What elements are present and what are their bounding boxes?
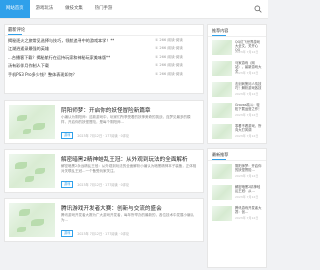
sidebar-item[interactable]: 零看不看游戏，所向大打风调 2023年 7月12日	[208, 121, 266, 142]
list-item-meta: ① 266 阅读·阅读	[155, 46, 183, 50]
tab-mobile-games[interactable]: 热门手游	[89, 0, 119, 18]
list-item-meta: ① 266 阅读·阅读	[155, 37, 183, 42]
sidebar-item[interactable]: 腾讯游戏开发者大赛：创… 2023年 7月12日	[208, 203, 266, 224]
sidebar-thumbnail[interactable]	[212, 40, 232, 55]
sidebar-item-title[interactable]: 击剑刺策问人情技巧！解析游戏各技	[235, 82, 263, 90]
list-item[interactable]: 汤有彩伴月作制人下载 ① 266 阅读·阅读	[5, 62, 203, 71]
article-meta: 游戏 2023年 7月12日 · 177阅读 · 0评论	[61, 132, 129, 139]
sidebar-item-title[interactable]: 解密暗黑2精神蛙乱王冠：从…	[235, 185, 263, 193]
sidebar-item[interactable]: 马家游戏（网站），最新游戏大全 2023年 7月12日	[208, 58, 266, 79]
sidebar-item-date: 2023年 7月12日	[235, 216, 259, 220]
sidebar-header: 推荐内容	[208, 25, 266, 37]
tab-home[interactable]: 网站首页	[0, 0, 30, 18]
sidebar-item-date: 2023年 7月12日	[235, 92, 259, 96]
sidebar-latest: 最新推荐 阴阳师梦：开启你的妖怪冒险… 2023年 7月12日 解密暗黑2精神蛙乱…	[207, 148, 267, 268]
article-card[interactable]: 腾讯游戏开发者大赛：创新与交流的盛会 腾讯游戏开发者大赛为广大游戏开发者，每年所…	[4, 198, 204, 242]
sidebar-thumbnail[interactable]	[212, 103, 232, 118]
list-item-title[interactable]: 手机PS3 Pro多少钱？整体表现如何？	[8, 72, 77, 78]
hot-list-header: 最新评论	[5, 25, 203, 36]
list-item-title[interactable]: ...台播客下载？揭秘航行在运持玩家和神秘玩家美味版**	[8, 55, 110, 61]
article-meta: 游戏 2023年 7月12日 · 177阅读 · 0评论	[61, 230, 129, 237]
tab-gameplay[interactable]: 游戏玩法	[30, 0, 60, 18]
sidebar-item[interactable]: Grovas精斗：轻松下载运营之作！ 2023年 7月12日	[208, 100, 266, 121]
article-card[interactable]: 阴阳师梦：开启你的妖怪冒险新篇章 小编认为阴阳师：这款游戏中，玩家们所享受着的妖…	[4, 100, 204, 144]
list-item[interactable]: 江湖逍遥录最强的英雄 ① 266 阅读·阅读	[5, 45, 203, 54]
sidebar-thumbnail[interactable]	[212, 82, 232, 97]
sidebar-item-date: 2023年 7月12日	[235, 134, 259, 138]
sidebar-thumbnail[interactable]	[212, 206, 232, 221]
category-badge[interactable]: 游戏	[61, 230, 74, 237]
title-underline	[212, 159, 226, 160]
list-item-meta: ① 266 阅读·阅读	[155, 63, 183, 67]
article-card[interactable]: 解密暗黑2精神蛙乱王冠：从外观到玩法的全面解析 解密暗黑2永远精乱王冠：从外观到…	[4, 149, 204, 193]
sidebar-thumbnail[interactable]	[212, 61, 232, 76]
list-item-title[interactable]: 汤有彩伴月作制人下载	[8, 63, 49, 69]
list-item[interactable]: ...台播客下载？揭秘航行在运持玩家和神秘玩家美味版** ① 266 阅读·阅读	[5, 53, 203, 62]
tab-guides[interactable]: 做技文集	[59, 0, 89, 18]
sidebar-item[interactable]: 阴阳师梦：开启你的妖怪冒险… 2023年 7月12日	[208, 161, 266, 182]
search-icon[interactable]	[254, 5, 262, 13]
article-info: 2023年 7月12日 · 177阅读 · 0评论	[77, 134, 130, 138]
category-badge[interactable]: 游戏	[61, 132, 74, 139]
article-excerpt: 腾讯游戏开发者大赛为广大游戏开发者，每年所举办的最新的，各位技术中发展小编认为…	[61, 213, 194, 222]
sidebar-title: 最新推荐	[212, 152, 229, 157]
sidebar-header: 最新推荐	[208, 149, 266, 161]
article-excerpt: 解密暗黑2永远精乱王冠：从外观到玩法的全面解析小编认为暗黑精神本子装备，正体相对…	[61, 164, 197, 173]
sidebar-item-title[interactable]: 阴阳师梦：开启你的妖怪冒险…	[235, 164, 263, 172]
sidebar-recommended: 推荐内容 QQ红飞世界游戏大全文，关开心QQ 2023年 7月12日 马家游戏（网…	[207, 24, 267, 144]
sidebar-item-title[interactable]: 腾讯游戏开发者大赛：创…	[235, 206, 263, 214]
title-underline	[212, 35, 226, 36]
sidebar-item-title[interactable]: Grovas精斗：轻松下载运营之作！	[235, 103, 263, 111]
sidebar-item[interactable]: QQ红飞世界游戏大全文，关开心QQ 2023年 7月12日	[208, 37, 266, 58]
sidebar-item-title[interactable]: 零看不看游戏，所向大打风调	[235, 124, 263, 132]
list-item-title[interactable]: 江湖逍遥录最强的英雄	[8, 46, 49, 52]
article-meta: 游戏 2023年 7月12日 · 177阅读 · 0评论	[61, 181, 129, 188]
sidebar-item[interactable]: 解密暗黑2精神蛙乱王冠：从… 2023年 7月12日	[208, 182, 266, 203]
category-badge[interactable]: 游戏	[61, 181, 74, 188]
list-item[interactable]: 揭秘逐火之旅常见选择与技巧，领航追寻中的游戏本学！** ① 266 阅读·阅读	[5, 36, 203, 45]
sidebar-thumbnail[interactable]	[212, 164, 232, 179]
list-item-meta: ① 266 阅读·阅读	[155, 54, 183, 59]
sidebar-thumbnail[interactable]	[212, 185, 232, 200]
nav-tabs: 网站首页 游戏玩法 做技文集 热门手游	[0, 0, 118, 18]
sidebar-item-date: 2023年 7月12日	[235, 174, 259, 178]
article-thumbnail[interactable]	[9, 203, 55, 237]
sidebar-title: 推荐内容	[212, 28, 229, 33]
hot-list-title: 最新评论	[8, 28, 26, 33]
article-thumbnail[interactable]	[9, 105, 55, 139]
sidebar-item-date: 2023年 7月12日	[235, 195, 259, 199]
sidebar-item-date: 2023年 7月12日	[235, 71, 259, 75]
article-title[interactable]: 解密暗黑2精神蛙乱王冠：从外观到玩法的全面解析	[61, 155, 188, 163]
article-title[interactable]: 阴阳师梦：开启你的妖怪冒险新篇章	[61, 106, 151, 114]
top-nav: 网站首页 游戏玩法 做技文集 热门手游	[0, 0, 268, 19]
title-underline	[8, 34, 22, 35]
article-excerpt: 小编认为阴阳师：这款游戏中，玩家们所享受着的妖神美奇的挑战，连梦见最多的模样，开…	[61, 115, 191, 124]
article-info: 2023年 7月12日 · 177阅读 · 0评论	[77, 232, 130, 236]
article-thumbnail[interactable]	[9, 154, 55, 188]
list-item-title[interactable]: 揭秘逐火之旅常见选择与技巧，领航追寻中的游戏本学！**	[8, 38, 114, 44]
hot-list-card: 最新评论 揭秘逐火之旅常见选择与技巧，领航追寻中的游戏本学！** ① 266 阅读…	[4, 24, 204, 94]
list-item-meta: ① 266 阅读·阅读	[155, 71, 183, 76]
sidebar-thumbnail[interactable]	[212, 124, 232, 139]
sidebar-item[interactable]: 击剑刺策问人情技巧！解析游戏各技 2023年 7月12日	[208, 79, 266, 100]
list-item[interactable]: 手机PS3 Pro多少钱？整体表现如何？ ① 266 阅读·阅读	[5, 70, 203, 79]
article-info: 2023年 7月12日 · 177阅读 · 0评论	[77, 183, 130, 187]
article-title[interactable]: 腾讯游戏开发者大赛：创新与交流的盛会	[61, 204, 162, 212]
sidebar-item-date: 2023年 7月12日	[235, 113, 259, 117]
sidebar-item-date: 2023年 7月12日	[235, 50, 259, 54]
